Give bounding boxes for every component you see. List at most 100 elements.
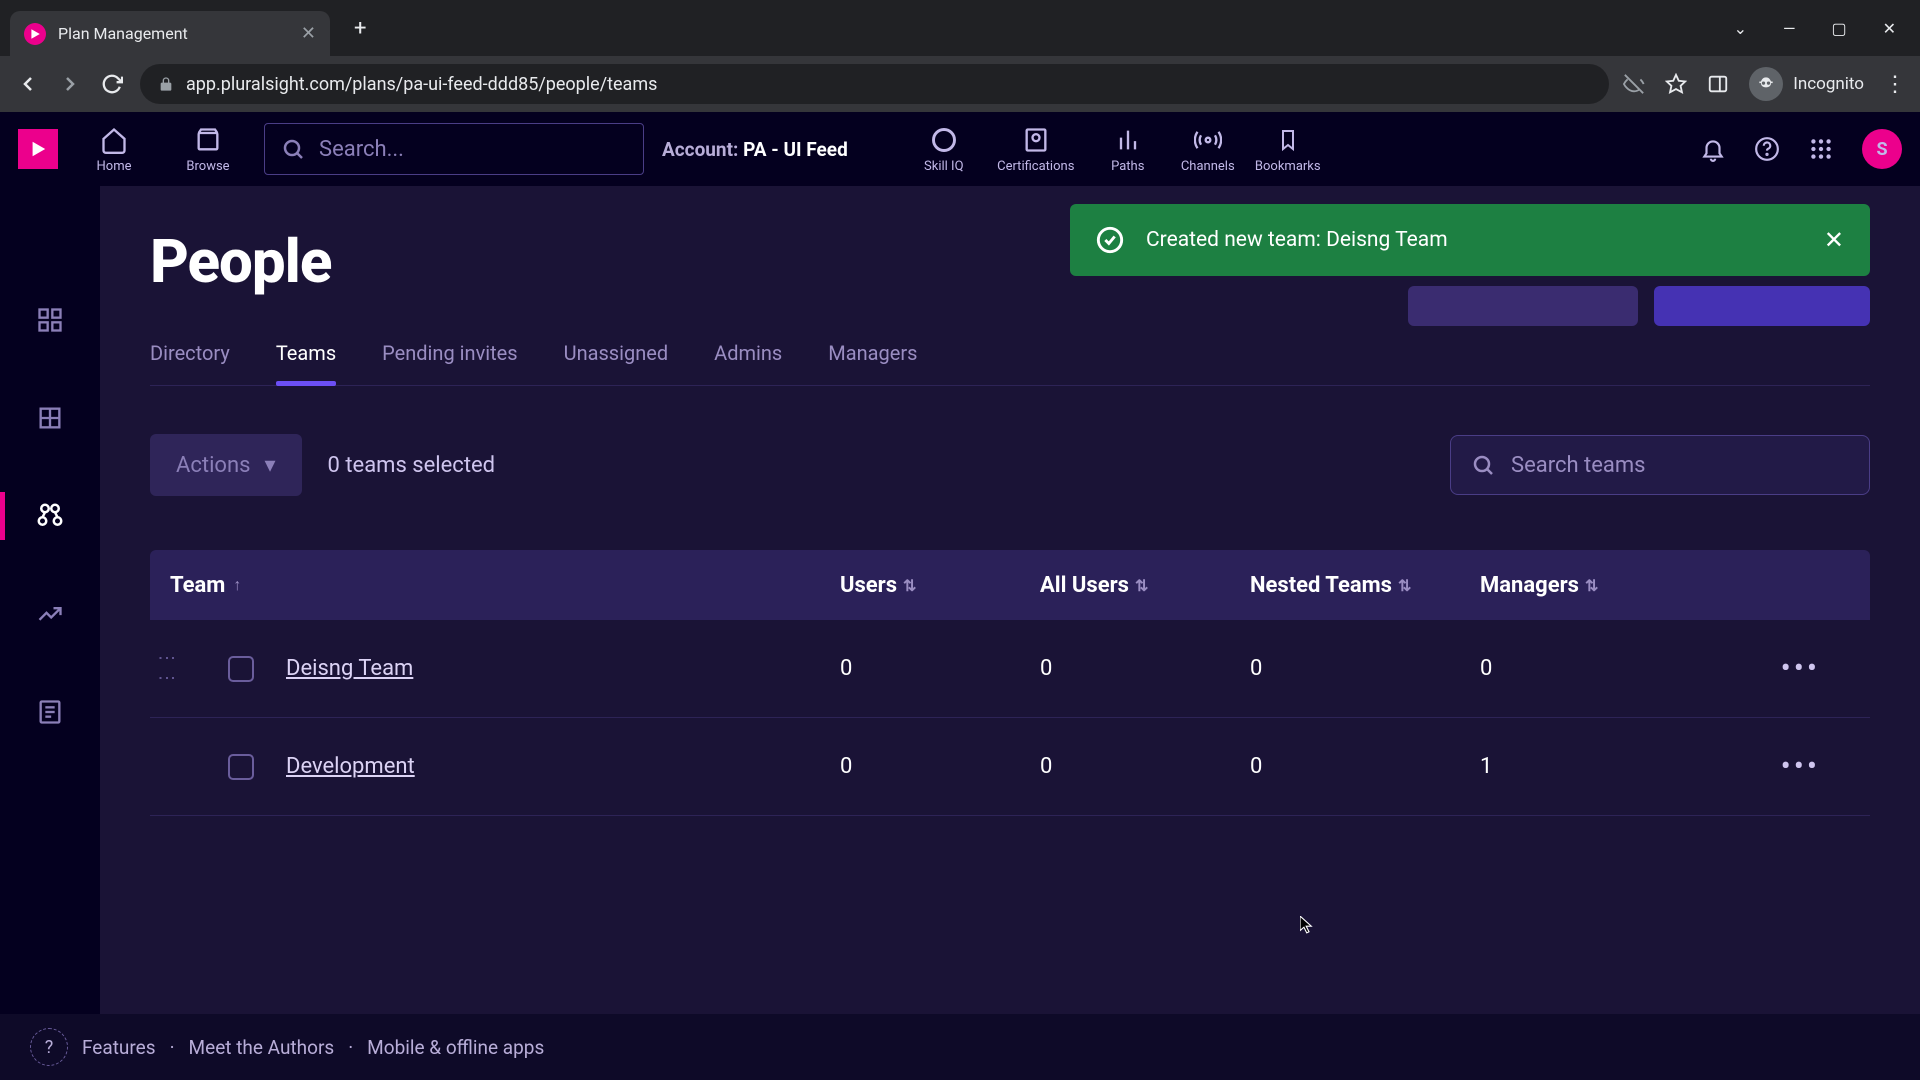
bookmarks-icon	[1276, 125, 1300, 155]
footer: ? Features · Meet the Authors · Mobile &…	[0, 1014, 1920, 1080]
rail-people[interactable]	[0, 492, 100, 540]
browser-tab-strip: Plan Management ✕ + ⌄ — ▢ ✕	[0, 0, 1920, 56]
col-all-users[interactable]: All Users⇅	[1040, 573, 1250, 598]
incognito-badge[interactable]: Incognito	[1749, 67, 1864, 101]
kebab-menu-icon[interactable]: ⋮	[1884, 72, 1906, 97]
maximize-icon[interactable]: ▢	[1831, 19, 1846, 38]
search-icon	[281, 137, 305, 161]
search-icon	[1471, 453, 1495, 477]
rail-logs[interactable]	[0, 688, 100, 736]
bell-icon[interactable]	[1700, 136, 1726, 162]
close-window-icon[interactable]: ✕	[1883, 19, 1896, 38]
team-link[interactable]: Development	[286, 754, 415, 779]
help-icon[interactable]	[1754, 136, 1780, 162]
drag-handle-icon[interactable]: ⋮⋮	[156, 649, 177, 689]
forward-button[interactable]	[56, 70, 84, 98]
rail-dashboard[interactable]	[0, 296, 100, 344]
back-button[interactable]	[14, 70, 42, 98]
window-controls: ⌄ — ▢ ✕	[1734, 19, 1920, 38]
nav-certifications[interactable]: Certifications	[986, 125, 1086, 174]
secondary-action-button[interactable]	[1408, 286, 1638, 326]
tab-unassigned[interactable]: Unassigned	[564, 341, 669, 385]
new-tab-button[interactable]: +	[354, 16, 366, 41]
col-team[interactable]: Team↑	[170, 573, 840, 598]
cell-managers: 1	[1480, 754, 1720, 779]
tab-directory[interactable]: Directory	[150, 341, 230, 385]
caret-down-icon: ▾	[264, 453, 275, 478]
team-search-input[interactable]: Search teams	[1450, 435, 1870, 495]
eye-off-icon[interactable]	[1623, 73, 1645, 95]
teams-table: Team↑ Users⇅ All Users⇅ Nested Teams⇅ Ma…	[150, 550, 1870, 816]
row-more-icon[interactable]: •••	[1781, 749, 1820, 784]
cell-nested: 0	[1250, 656, 1480, 681]
people-tabs: Directory Teams Pending invites Unassigned A…	[150, 341, 1870, 386]
incognito-label: Incognito	[1793, 74, 1864, 94]
toolbar: Actions ▾ 0 teams selected Search teams	[150, 434, 1870, 496]
col-users[interactable]: Users⇅	[840, 573, 1040, 598]
star-icon[interactable]	[1665, 73, 1687, 95]
nav-bookmarks[interactable]: Bookmarks	[1250, 125, 1326, 174]
team-search-placeholder: Search teams	[1511, 453, 1646, 478]
nav-paths[interactable]: Paths	[1090, 125, 1166, 174]
home-icon	[100, 125, 128, 155]
channels-icon	[1194, 125, 1222, 155]
nav-home[interactable]: Home	[76, 125, 152, 174]
sort-icon: ⇅	[1585, 576, 1598, 595]
row-checkbox[interactable]	[228, 754, 254, 780]
certifications-icon	[1022, 125, 1050, 155]
rail-analytics[interactable]	[0, 590, 100, 638]
rail-plans[interactable]	[0, 394, 100, 442]
selection-count: 0 teams selected	[328, 453, 496, 478]
grid-apps-icon[interactable]	[1808, 136, 1834, 162]
url-field[interactable]: app.pluralsight.com/plans/pa-ui-feed-ddd…	[140, 64, 1609, 104]
browse-icon	[194, 125, 222, 155]
pluralsight-logo[interactable]	[18, 129, 58, 169]
panel-icon[interactable]	[1707, 73, 1729, 95]
footer-link-authors[interactable]: Meet the Authors	[189, 1036, 335, 1059]
pluralsight-favicon	[24, 23, 46, 45]
toast-close-icon[interactable]: ✕	[1824, 226, 1844, 254]
cell-all-users: 0	[1040, 754, 1250, 779]
main-content: Created new team: Deisng Team ✕ People D…	[100, 186, 1920, 1080]
help-bubble-icon[interactable]: ?	[30, 1028, 68, 1066]
search-placeholder: Search...	[319, 137, 404, 162]
primary-action-button[interactable]	[1654, 286, 1870, 326]
user-avatar[interactable]: S	[1862, 129, 1902, 169]
row-more-icon[interactable]: •••	[1781, 651, 1820, 686]
minimize-icon[interactable]: —	[1783, 19, 1796, 38]
sort-icon: ⇅	[903, 576, 916, 595]
skill-iq-icon	[930, 125, 958, 155]
chevron-down-icon[interactable]: ⌄	[1734, 19, 1747, 38]
footer-link-mobile[interactable]: Mobile & offline apps	[367, 1036, 544, 1059]
reload-button[interactable]	[98, 70, 126, 98]
check-circle-icon	[1096, 226, 1124, 254]
tab-admins[interactable]: Admins	[714, 341, 782, 385]
tab-teams[interactable]: Teams	[276, 341, 336, 385]
app-top-nav: Home Browse Search... Account: PA - UI F…	[0, 112, 1920, 186]
tab-pending-invites[interactable]: Pending invites	[382, 341, 517, 385]
tab-managers[interactable]: Managers	[828, 341, 917, 385]
browser-tab[interactable]: Plan Management ✕	[10, 11, 330, 56]
cell-nested: 0	[1250, 754, 1480, 779]
col-nested-teams[interactable]: Nested Teams⇅	[1250, 573, 1480, 598]
mouse-cursor	[1300, 916, 1318, 934]
account-label: Account: PA - UI Feed	[662, 138, 848, 161]
sort-icon: ⇅	[1398, 576, 1411, 595]
tab-close-icon[interactable]: ✕	[301, 23, 316, 44]
paths-icon	[1114, 125, 1142, 155]
actions-dropdown[interactable]: Actions ▾	[150, 434, 302, 496]
nav-browse[interactable]: Browse	[170, 125, 246, 174]
col-managers[interactable]: Managers⇅	[1480, 573, 1720, 598]
global-search-input[interactable]: Search...	[264, 123, 644, 175]
browser-address-bar: app.pluralsight.com/plans/pa-ui-feed-ddd…	[0, 56, 1920, 112]
tab-title: Plan Management	[58, 24, 289, 43]
team-link[interactable]: Deisng Team	[286, 656, 413, 681]
nav-skill-iq[interactable]: Skill IQ	[906, 125, 982, 174]
row-checkbox[interactable]	[228, 656, 254, 682]
footer-link-features[interactable]: Features	[82, 1036, 156, 1059]
url-text: app.pluralsight.com/plans/pa-ui-feed-ddd…	[186, 74, 657, 95]
nav-channels[interactable]: Channels	[1170, 125, 1246, 174]
sort-icon: ⇅	[1135, 576, 1148, 595]
table-header: Team↑ Users⇅ All Users⇅ Nested Teams⇅ Ma…	[150, 550, 1870, 620]
table-row: Development0001•••	[150, 718, 1870, 816]
